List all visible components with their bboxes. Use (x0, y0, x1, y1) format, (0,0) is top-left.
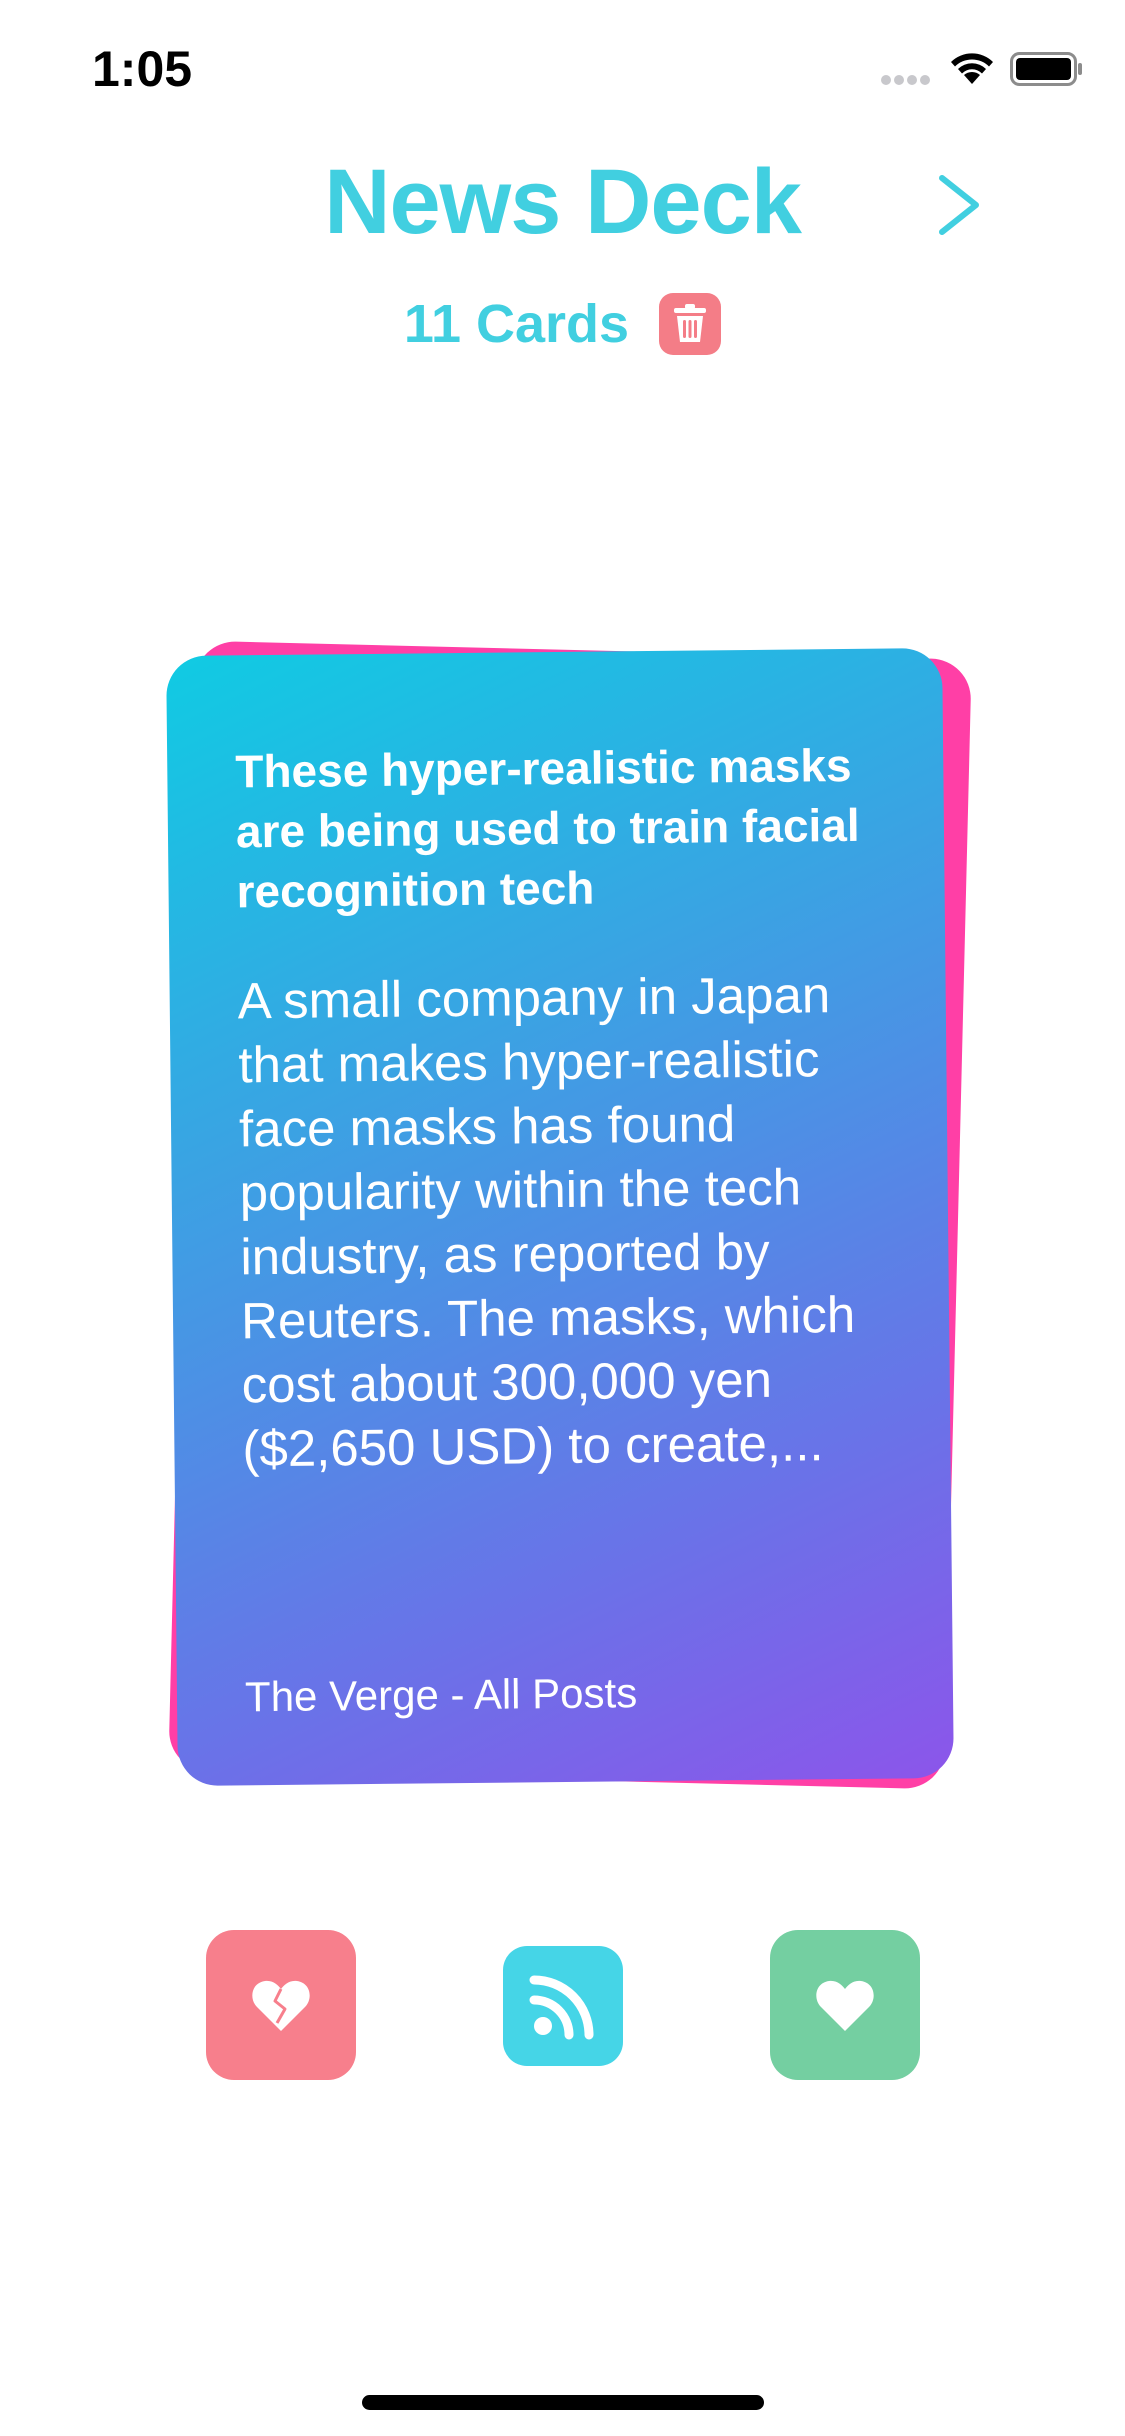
dislike-button[interactable] (206, 1930, 356, 2080)
card-count-row: 11 Cards (0, 284, 1125, 364)
cellular-signal-icon (881, 75, 930, 85)
news-card[interactable]: These hyper-realistic masks are being us… (166, 647, 954, 1787)
status-time: 1:05 (92, 41, 193, 97)
card-summary: A small company in Japan that makes hype… (237, 966, 856, 1478)
card-title: These hyper-realistic masks are being us… (235, 738, 860, 918)
heart-icon (816, 1980, 874, 2031)
home-indicator[interactable] (362, 2395, 764, 2410)
chevron-right-icon[interactable] (930, 170, 990, 240)
trash-icon (674, 304, 707, 342)
battery-icon (1010, 52, 1082, 86)
status-bar: 1:05 (0, 0, 1125, 140)
trash-button[interactable] (659, 293, 722, 355)
feeds-button[interactable] (503, 1946, 623, 2066)
like-button[interactable] (770, 1930, 920, 2080)
card-count: 11 Cards (403, 294, 630, 354)
broken-heart-icon (252, 1980, 310, 2031)
card-source: The Verge - All Posts (244, 1669, 638, 1721)
rss-icon (529, 1975, 594, 2040)
wifi-icon (951, 53, 993, 84)
